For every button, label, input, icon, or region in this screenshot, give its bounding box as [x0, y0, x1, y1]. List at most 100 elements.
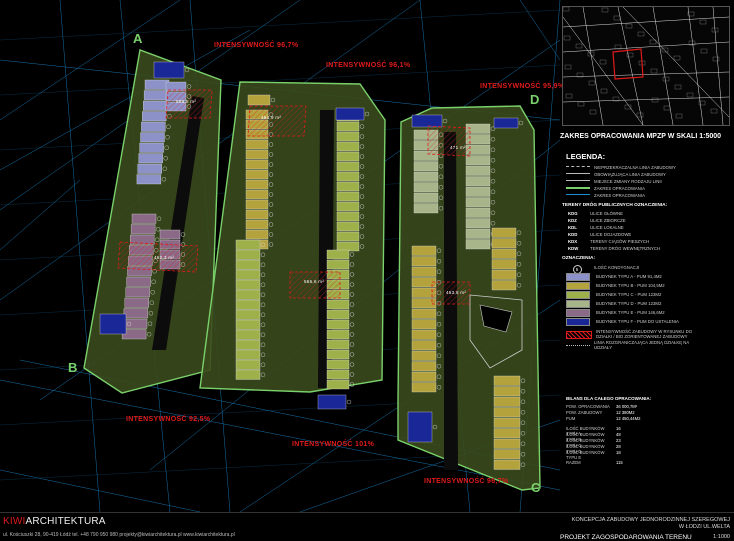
building [493, 459, 521, 470]
intensity-label: INTENSYWNOŚĆ 96,7% [424, 478, 509, 485]
area-label: 462,3 m² [154, 255, 175, 260]
building [130, 224, 156, 235]
building [326, 369, 350, 380]
legend-mark-item: BUDYNEK TYPU F - PUM DO USTALENIA [566, 317, 730, 326]
building [159, 229, 181, 240]
roads-list: KDG ULICE GŁÓWNE KDZ ULICE ZBIORCZE KDL ULICE… [566, 210, 730, 252]
inset-parcel [663, 105, 671, 111]
building [465, 155, 491, 166]
balance-table: BILANS DLA CAŁEGO OPRACOWANIA: POW. OPRA… [566, 396, 716, 466]
red-hatch-symbol [566, 331, 592, 339]
building [335, 107, 365, 121]
building [245, 179, 269, 190]
title-block: KIWIARCHITEKTURA ul. Kościuszki 28, 90-4… [0, 512, 734, 541]
building [491, 248, 517, 259]
inset-parcel [673, 55, 681, 61]
inset-map-lines [563, 7, 729, 125]
inset-parcel [565, 93, 573, 99]
marks-title: OZNACZENIA: [562, 256, 596, 261]
legend-road-item: KDD ULICE DOJAZDOWE [568, 232, 632, 237]
building [411, 245, 437, 256]
legend-mark-item: BUDYNEK TYPU E - PUM 146,6M2 [566, 308, 730, 317]
building [336, 151, 360, 162]
building [235, 329, 261, 340]
building [245, 229, 269, 240]
blue-boundary-symbol [566, 194, 590, 200]
intensity-area [289, 271, 341, 299]
building [336, 161, 360, 172]
building [143, 90, 169, 101]
building [245, 159, 269, 170]
inset-parcel [699, 19, 707, 25]
building [125, 287, 150, 298]
inset-parcel [613, 15, 621, 21]
balance-row: PUM 12 450,44M2 [566, 416, 641, 422]
building [326, 339, 350, 350]
building [326, 329, 350, 340]
building [235, 359, 261, 370]
building [235, 289, 261, 300]
building [137, 163, 162, 174]
inset-parcel [624, 104, 632, 110]
building [413, 171, 439, 182]
building [411, 382, 437, 393]
inset-road [617, 7, 644, 125]
dotted-line-symbol [566, 344, 590, 351]
building [411, 256, 437, 267]
building [139, 142, 164, 153]
building-type-swatch [566, 281, 590, 290]
building [235, 369, 261, 380]
building [99, 313, 127, 335]
corner-marker-c: C [531, 480, 541, 495]
building [126, 276, 151, 287]
building [411, 361, 437, 372]
line-dashed-symbol [566, 166, 590, 172]
legend-road-item: KDG ULICE GŁÓWNE [568, 211, 623, 216]
legend-item: LINIA ROZGRANICZAJĄCA JEDNĄ DZIAŁKĘ NA U… [566, 341, 730, 351]
building [413, 192, 439, 203]
building [235, 349, 261, 360]
inset-parcel [564, 64, 572, 70]
building [326, 379, 350, 390]
building [336, 201, 360, 212]
balance-row: RAZEM 115 [566, 459, 623, 465]
building [413, 182, 439, 193]
inset-parcel [686, 92, 694, 98]
building [245, 189, 269, 200]
inset-parcel [710, 108, 718, 114]
building [491, 259, 517, 270]
legend-mark-item: BUDYNEK TYPU A - PUM 91,4M2 [566, 272, 730, 281]
building [336, 231, 360, 242]
balance-row: ILOŚĆ BUDYNKÓW TYPU E 18 [566, 450, 621, 461]
building [411, 329, 437, 340]
line-triangle-symbol [566, 173, 590, 179]
legend-road-item: KDW TERENY DRÓG WEWNĘTRZNYCH [568, 246, 661, 251]
building [411, 319, 437, 330]
area-label: 494,9 m² [261, 115, 282, 120]
building [131, 213, 157, 224]
inset-parcel [601, 7, 609, 13]
building [411, 350, 437, 361]
corner-marker-d: D [530, 92, 540, 107]
legend-mark-item: BUDYNEK TYPU B - PUM 104,5M2 [566, 281, 730, 290]
building [491, 280, 517, 291]
legend-mark-item: BUDYNEK TYPU D - PUM 123M2 [566, 299, 730, 308]
building-type-swatch [566, 290, 590, 299]
area-label: 566,6 m² [304, 279, 325, 284]
building [465, 165, 491, 176]
building [336, 131, 360, 142]
floor-count-marker [346, 399, 352, 405]
building [336, 181, 360, 192]
company-address: ul. Kościuszki 28, 90-419 Łódź tel. +48 … [3, 532, 235, 538]
inset-road [563, 16, 729, 28]
company-logo: KIWIARCHITEKTURA [3, 516, 106, 527]
inset-parcel [700, 48, 708, 54]
cadastral-line [0, 469, 201, 512]
building [411, 308, 437, 319]
building [235, 299, 261, 310]
cadastral-line [0, 179, 81, 251]
marks-list: 5 ILOŚĆ KONDYGNACJI BUDYNEK TYPU A - PUM 9… [566, 263, 730, 326]
intensity-area [247, 105, 307, 137]
building [153, 61, 185, 79]
building [493, 386, 521, 397]
